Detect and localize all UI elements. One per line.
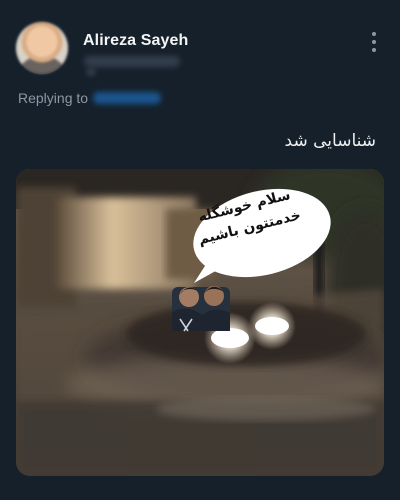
replying-to-handle-redacted[interactable] — [93, 92, 162, 104]
more-vertical-icon — [372, 32, 376, 36]
author-display-name[interactable]: Alireza Sayeh — [83, 32, 188, 50]
author-handle-redacted — [84, 56, 180, 67]
avatar-ring — [16, 22, 68, 74]
replying-to-row: Replying to — [18, 90, 162, 106]
tweet-media-photo[interactable]: سلام خوشگله خدمتتون باشیم — [16, 169, 384, 476]
more-vertical-icon-dot — [372, 40, 376, 44]
more-options-button[interactable] — [364, 30, 384, 54]
tweet-header: Alireza Sayeh — [16, 22, 384, 78]
more-vertical-icon-dot — [372, 48, 376, 52]
tweet-text: شناسایی شد — [284, 131, 376, 151]
faces-sticker — [172, 286, 230, 332]
author-handle-redacted-extra — [86, 68, 96, 76]
replying-to-label: Replying to — [18, 90, 89, 106]
